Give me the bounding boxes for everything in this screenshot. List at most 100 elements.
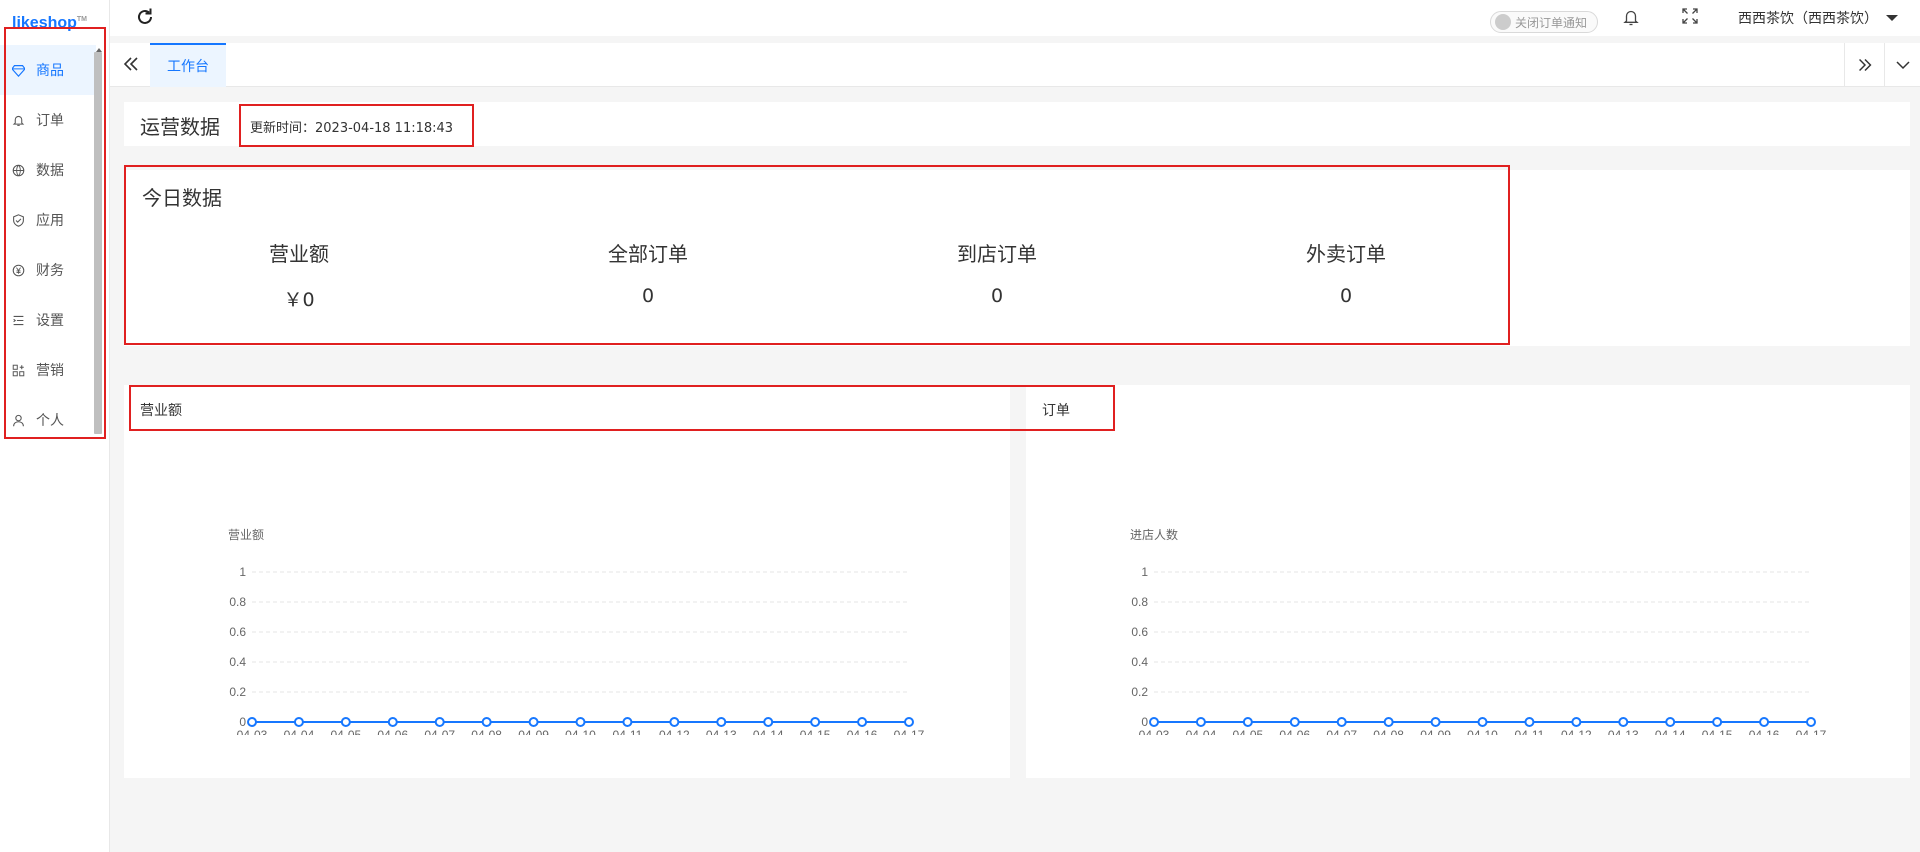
x-tick-label: 04-15 (1702, 728, 1733, 735)
data-point[interactable] (528, 717, 539, 727)
y-tick-label: 0.2 (229, 685, 246, 699)
x-tick-label: 04-09 (518, 728, 549, 735)
x-tick-label: 04-04 (1186, 728, 1217, 735)
user-name: 西西茶饮（西西茶饮） (1738, 11, 1878, 27)
stat-value: ￥0 (283, 289, 315, 311)
data-point[interactable] (1712, 717, 1723, 727)
data-point[interactable] (904, 717, 914, 727)
stat-dine-in-orders: 到店订单 0 (897, 238, 1097, 307)
data-point[interactable] (1759, 717, 1770, 727)
stat-label: 到店订单 (957, 242, 1037, 266)
diamond-icon (10, 62, 26, 78)
stat-label: 外卖订单 (1306, 242, 1386, 266)
logo[interactable]: likeshopTM (0, 0, 109, 40)
user-icon (10, 412, 26, 428)
sidebar: likeshopTM 商品 订单 数据 应用 财务 设置 营销 个人 (0, 0, 110, 852)
data-point[interactable] (763, 717, 774, 727)
y-axis-label: 进店人数 (1130, 527, 1178, 542)
data-point[interactable] (1149, 717, 1159, 727)
data-point[interactable] (1665, 717, 1676, 727)
y-tick-label: 0 (239, 715, 246, 729)
data-point[interactable] (1618, 717, 1629, 727)
data-point[interactable] (1383, 717, 1394, 727)
user-menu[interactable]: 西西茶饮（西西茶饮） (1738, 8, 1898, 28)
fullscreen-icon[interactable] (1682, 8, 1698, 24)
orders-chart-panel: 订单 进店人数 0 0.2 0.4 0.6 0.8 1 04-03 04-04 04-05 04-0… (1026, 385, 1910, 778)
data-point[interactable] (575, 717, 586, 727)
data-point[interactable] (1289, 717, 1300, 727)
data-point[interactable] (247, 717, 257, 727)
logo-text: likeshop (12, 14, 77, 32)
shield-check-icon (10, 212, 26, 228)
stat-value: 0 (990, 285, 1004, 307)
x-tick-label: 04-04 (284, 728, 315, 735)
logo-tm: TM (76, 16, 88, 23)
y-tick-label: 0.8 (1131, 595, 1148, 609)
x-tick-label: 04-17 (1796, 728, 1827, 735)
stat-all-orders: 全部订单 0 (548, 238, 748, 307)
tab-next-button[interactable] (1844, 43, 1884, 87)
sidebar-scrollbar[interactable] (94, 52, 102, 434)
operations-title: 运营数据 (140, 115, 220, 139)
data-point[interactable] (1336, 717, 1347, 727)
sidebar-item-label: 财务 (36, 263, 64, 279)
x-tick-label: 04-06 (377, 728, 408, 735)
stat-label: 全部订单 (608, 242, 688, 266)
data-point[interactable] (387, 717, 398, 727)
x-tick-label: 04-11 (613, 728, 643, 735)
today-data-panel: 今日数据 营业额 ￥0 全部订单 0 到店订单 0 外卖订单 0 (124, 170, 1910, 346)
y-tick-label: 0.4 (229, 655, 246, 669)
x-tick-label: 04-12 (1561, 728, 1592, 735)
data-point[interactable] (1477, 717, 1488, 727)
refresh-icon[interactable] (134, 6, 156, 28)
data-point[interactable] (622, 717, 633, 727)
x-tick-label: 04-17 (894, 728, 925, 735)
order-notify-toggle[interactable]: 关闭订单通知 (1490, 11, 1598, 33)
data-point[interactable] (669, 717, 680, 727)
x-tick-label: 04-11 (1515, 728, 1545, 735)
caret-down-icon (1886, 15, 1898, 21)
operations-panel: 运营数据 更新时间：2023-04-18 11:18:43 (124, 102, 1910, 146)
data-point[interactable] (340, 717, 351, 727)
data-point[interactable] (1195, 717, 1206, 727)
x-tick-label: 04-09 (1420, 728, 1451, 735)
data-point[interactable] (810, 717, 821, 727)
x-tick-label: 04-12 (659, 728, 690, 735)
orders-line-chart: 进店人数 0 0.2 0.4 0.6 0.8 1 04-03 04-04 04-05 04-06 04… (1130, 527, 1827, 735)
data-point[interactable] (1242, 717, 1253, 727)
stat-label: 营业额 (269, 242, 329, 266)
toggle-knob (1495, 14, 1511, 30)
double-chevron-left-icon[interactable] (120, 53, 142, 75)
x-tick-label: 04-08 (471, 728, 502, 735)
tab-dropdown-button[interactable] (1884, 43, 1920, 87)
data-point[interactable] (1524, 717, 1535, 727)
data-point[interactable] (481, 717, 492, 727)
y-tick-label: 1 (239, 565, 246, 579)
data-point[interactable] (857, 717, 868, 727)
x-tick-label: 04-14 (753, 728, 784, 735)
data-point[interactable] (293, 717, 304, 727)
x-tick-label: 04-13 (706, 728, 737, 735)
sidebar-item-data[interactable]: 数据 (0, 145, 96, 195)
data-point[interactable] (434, 717, 445, 727)
revenue-chart-title: 营业额 (140, 403, 182, 419)
sidebar-item-goods[interactable]: 商品 (0, 45, 96, 95)
y-axis-label: 营业额 (228, 528, 264, 542)
sidebar-item-finance[interactable]: 财务 (0, 245, 96, 295)
data-point[interactable] (716, 717, 727, 727)
x-tick-label: 04-08 (1373, 728, 1404, 735)
sidebar-item-orders[interactable]: 订单 (0, 95, 96, 145)
sidebar-item-apps[interactable]: 应用 (0, 195, 96, 245)
notification-bell-icon[interactable] (1622, 8, 1640, 26)
data-point[interactable] (1571, 717, 1582, 727)
data-point[interactable] (1430, 717, 1441, 727)
sidebar-item-profile[interactable]: 个人 (0, 395, 96, 445)
sidebar-item-settings[interactable]: 设置 (0, 295, 96, 345)
sidebar-item-marketing[interactable]: 营销 (0, 345, 96, 395)
tab-workbench[interactable]: 工作台 (150, 43, 226, 87)
sidebar-item-label: 个人 (36, 413, 64, 429)
revenue-line-chart: 营业额 0 0.2 0.4 0.6 0.8 1 04-03 04-04 04-05 04-06 04-… (228, 528, 925, 735)
sidebar-item-label: 数据 (36, 163, 64, 179)
data-point[interactable] (1806, 717, 1816, 727)
y-tick-label: 0.6 (229, 625, 246, 639)
